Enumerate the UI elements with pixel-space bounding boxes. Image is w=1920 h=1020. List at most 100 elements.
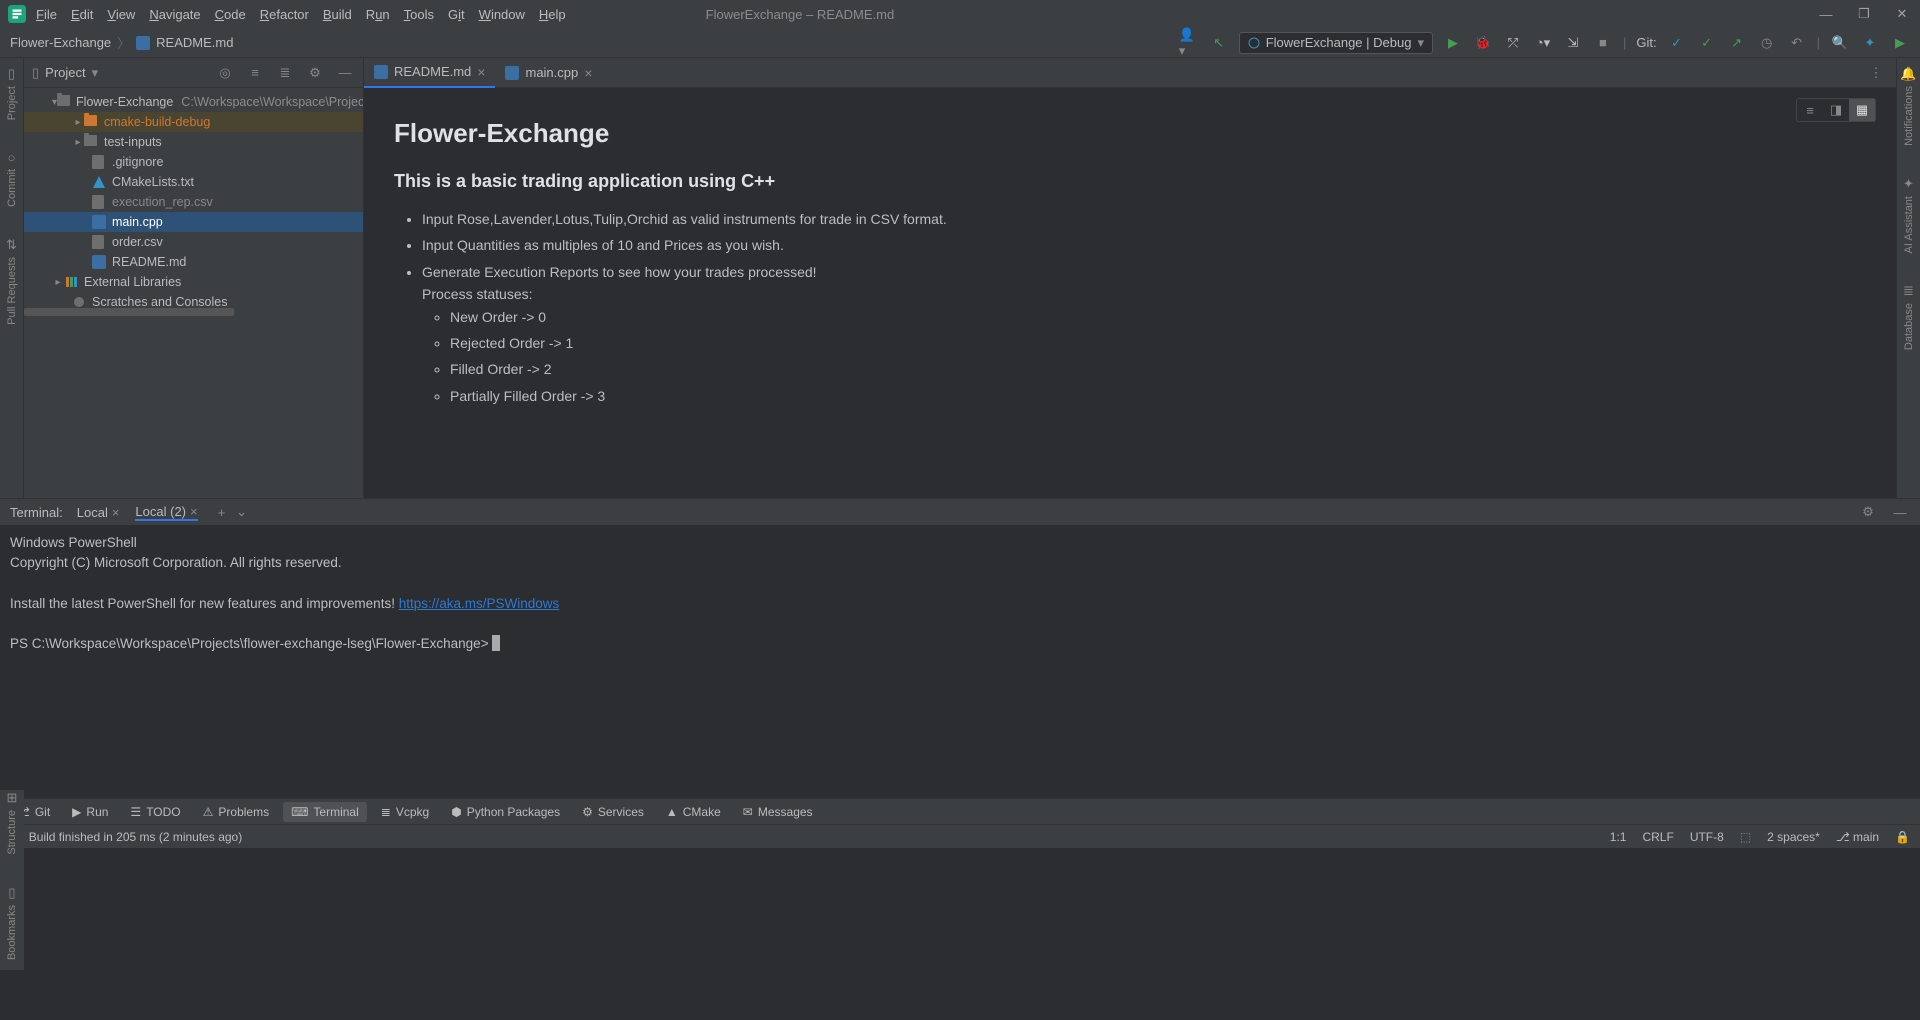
term-tab-local[interactable]: Local× [77, 504, 120, 521]
menu-view[interactable]: View [107, 7, 135, 22]
status-pos[interactable]: 1:1 [1610, 830, 1627, 844]
menu-refactor[interactable]: Refactor [260, 7, 309, 22]
left-gutter-bottom: ⊞Structure ▯Bookmarks [0, 790, 24, 970]
run-anything-icon[interactable]: ▶ [1890, 33, 1910, 53]
gutter-project[interactable]: ▯Project [6, 66, 18, 120]
ro-icon[interactable]: ⬚ [1740, 830, 1751, 844]
tab-close-icon[interactable]: × [477, 64, 485, 80]
tab-main-cpp[interactable]: main.cpp × [495, 58, 602, 88]
git-push-icon[interactable]: ↗ [1727, 33, 1747, 53]
tab-readme[interactable]: README.md × [364, 58, 495, 88]
ai-icon[interactable]: ✦ [1860, 33, 1880, 53]
status-branch[interactable]: ⎇ main [1836, 830, 1879, 844]
tree-item-readme[interactable]: README.md [24, 252, 363, 272]
git-label: Git: [1636, 35, 1656, 50]
minimize-icon[interactable]: — [1816, 4, 1836, 24]
nav-bar: Flower-Exchange 〉 README.md 👤▾ ↖ FlowerE… [0, 28, 1920, 58]
term-hide-icon[interactable]: — [1890, 502, 1910, 522]
git-history-icon[interactable]: ◷ [1757, 33, 1777, 53]
tab-close-icon[interactable]: × [584, 65, 592, 81]
search-icon[interactable]: 🔍 [1830, 33, 1850, 53]
status-indent[interactable]: 2 spaces* [1767, 830, 1820, 844]
gutter-notifications[interactable]: 🔔Notifications [1900, 66, 1916, 146]
md-icon [136, 36, 150, 50]
btab-python[interactable]: ⬢Python Packages [443, 802, 568, 822]
btab-terminal[interactable]: ⌨Terminal [283, 802, 367, 822]
git-update-icon[interactable]: ✓ [1667, 33, 1687, 53]
tree-item-main-cpp[interactable]: main.cpp [24, 212, 363, 232]
debug-icon[interactable]: 🐞 [1473, 33, 1493, 53]
ps-link[interactable]: https://aka.ms/PSWindows [399, 596, 560, 611]
menu-build[interactable]: Build [323, 7, 352, 22]
menu-git[interactable]: Git [448, 7, 465, 22]
md-split-view[interactable]: ◨ [1823, 99, 1849, 121]
coverage-icon[interactable]: ⤱ [1503, 33, 1523, 53]
run-icon[interactable]: ▶ [1443, 33, 1463, 53]
menu-navigate[interactable]: Navigate [149, 7, 200, 22]
btab-run[interactable]: ▶Run [64, 802, 116, 822]
menu-tools[interactable]: Tools [404, 7, 434, 22]
cursor [492, 635, 500, 651]
tree-external-libs[interactable]: ▸ External Libraries [24, 272, 363, 292]
hammer-icon[interactable]: ↖ [1209, 33, 1229, 53]
menu-help[interactable]: Help [539, 7, 566, 22]
menu-edit[interactable]: Edit [71, 7, 93, 22]
hide-icon[interactable]: — [335, 63, 355, 83]
tree-item-order-csv[interactable]: order.csv [24, 232, 363, 252]
md-h2: This is a basic trading application usin… [394, 171, 1866, 192]
breadcrumb-root[interactable]: Flower-Exchange [10, 35, 111, 50]
lock-icon[interactable]: 🔒 [1895, 830, 1910, 844]
term-add-icon[interactable]: + [212, 502, 232, 522]
h-scroll-thumb[interactable] [24, 308, 234, 316]
status-eol[interactable]: CRLF [1642, 830, 1673, 844]
status-enc[interactable]: UTF-8 [1690, 830, 1724, 844]
tree-item-cmakelists[interactable]: CMakeLists.txt [24, 172, 363, 192]
locate-icon[interactable]: ◎ [215, 63, 235, 83]
user-icon[interactable]: 👤▾ [1179, 33, 1199, 53]
gutter-database[interactable]: ≣Database [1903, 283, 1915, 350]
menu-run[interactable]: Run [366, 7, 390, 22]
menu-code[interactable]: Code [215, 7, 246, 22]
menu-window[interactable]: Window [479, 7, 525, 22]
attach-icon[interactable]: ⇲ [1563, 33, 1583, 53]
term-tab-local2[interactable]: Local (2)× [135, 504, 197, 521]
git-revert-icon[interactable]: ↶ [1787, 33, 1807, 53]
breadcrumb[interactable]: Flower-Exchange 〉 README.md [10, 33, 233, 52]
md-preview-view[interactable]: ▦ [1849, 99, 1875, 121]
term-dropdown-icon[interactable]: ⌄ [232, 502, 252, 522]
menu-file[interactable]: File [36, 7, 57, 22]
btab-messages[interactable]: ✉Messages [735, 802, 821, 822]
btab-problems[interactable]: ⚠Problems [195, 802, 277, 822]
gutter-pull-requests[interactable]: ⇅Pull Requests [6, 237, 18, 325]
btab-services[interactable]: ⚙Services [574, 802, 652, 822]
collapse-icon[interactable]: ≣ [275, 63, 295, 83]
btab-cmake[interactable]: ▲CMake [658, 802, 729, 822]
terminal-content[interactable]: Windows PowerShell Copyright (C) Microso… [0, 525, 1920, 798]
maximize-icon[interactable]: ❐ [1854, 4, 1874, 24]
tab-more-icon[interactable]: ⋮ [1866, 63, 1886, 83]
gutter-structure[interactable]: ⊞Structure [6, 790, 18, 855]
expand-icon[interactable]: ≡ [245, 63, 265, 83]
close-icon[interactable]: ✕ [1892, 4, 1912, 24]
stop-icon[interactable]: ■ [1593, 33, 1613, 53]
btab-vcpkg[interactable]: ≣Vcpkg [373, 802, 437, 822]
breadcrumb-file[interactable]: README.md [156, 35, 233, 50]
gutter-commit[interactable]: ○Commit [6, 150, 18, 207]
run-config-select[interactable]: FlowerExchange | Debug ▾ [1239, 32, 1433, 54]
profile-icon[interactable]: ◔▾ [1533, 33, 1553, 53]
gutter-bookmarks[interactable]: ▯Bookmarks [6, 885, 18, 960]
title-bar: File Edit View Navigate Code Refactor Bu… [0, 0, 1920, 28]
tree-root[interactable]: ▾ Flower-Exchange C:\Workspace\Workspace… [24, 92, 363, 112]
tree-item-cmake-build-debug[interactable]: ▸ cmake-build-debug [24, 112, 363, 132]
gutter-ai[interactable]: ✦AI Assistant [1903, 176, 1915, 253]
settings-icon[interactable]: ⚙ [305, 63, 325, 83]
target-icon [1248, 37, 1260, 49]
left-gutter: ▯Project ○Commit ⇅Pull Requests [0, 58, 24, 498]
tree-item-execution-rep[interactable]: execution_rep.csv [24, 192, 363, 212]
tree-item-gitignore[interactable]: .gitignore [24, 152, 363, 172]
git-commit-icon[interactable]: ✓ [1697, 33, 1717, 53]
tree-item-test-inputs[interactable]: ▸ test-inputs [24, 132, 363, 152]
md-editor-view[interactable]: ≡ [1797, 99, 1823, 121]
btab-todo[interactable]: ☰TODO [122, 802, 188, 822]
term-settings-icon[interactable]: ⚙ [1858, 502, 1878, 522]
